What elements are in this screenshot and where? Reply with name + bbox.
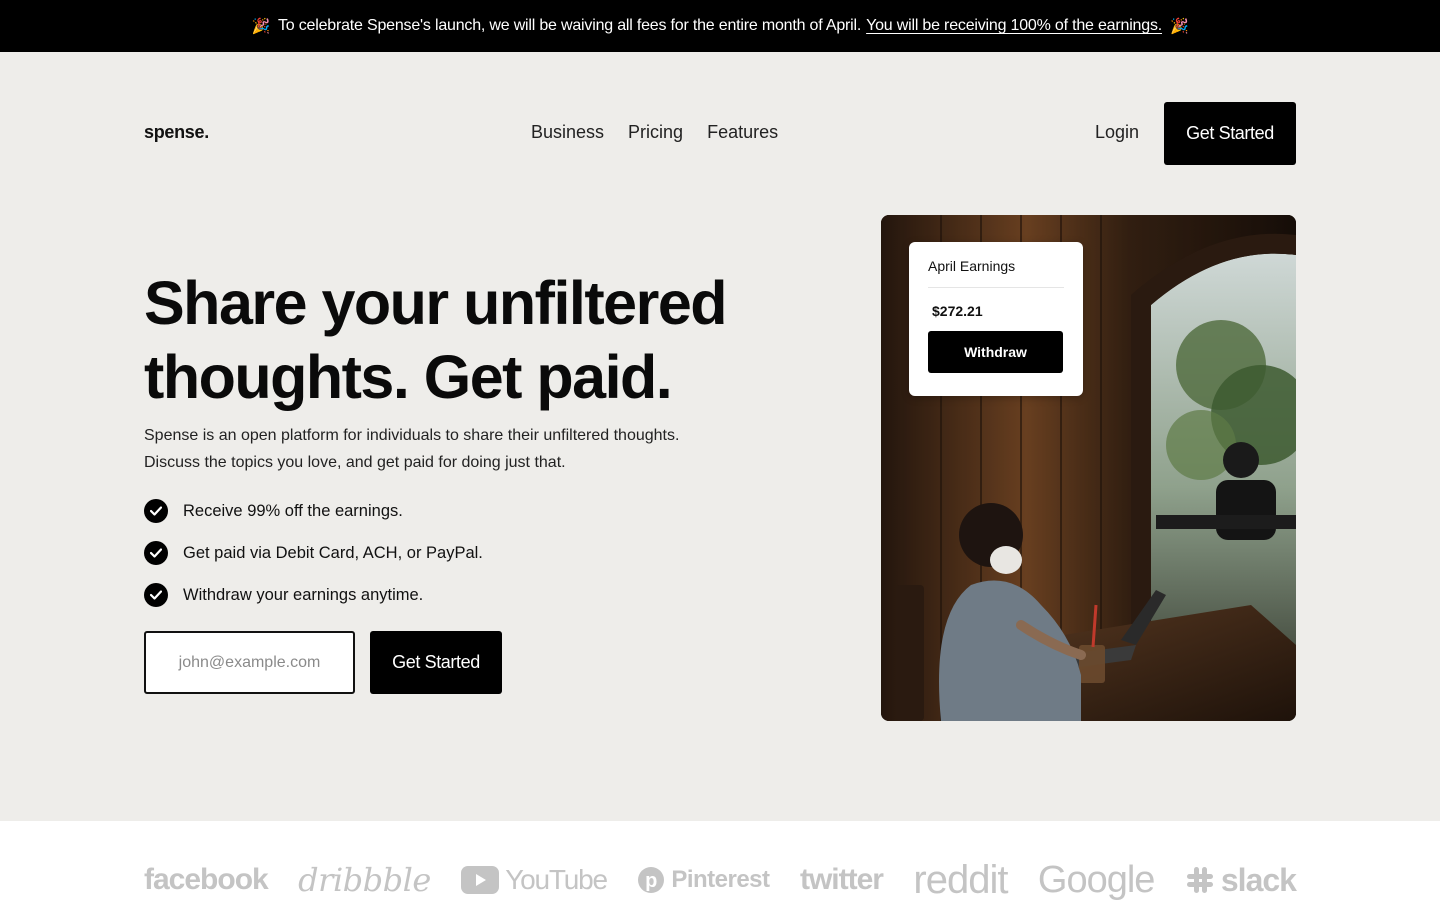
facebook-logo: facebook <box>144 863 269 896</box>
feature-item: Receive 99% off the earnings. <box>144 490 483 532</box>
svg-text:p: p <box>645 870 657 892</box>
youtube-wordmark: YouTube <box>505 864 608 895</box>
slack-hash-icon <box>1186 867 1213 893</box>
earnings-amount: $272.21 <box>932 303 983 319</box>
slack-wordmark: slack <box>1220 861 1297 898</box>
reddit-logo: reddit <box>913 857 1008 900</box>
check-circle-icon <box>144 499 168 523</box>
nav-get-started-button[interactable]: Get Started <box>1164 102 1296 165</box>
signup-form: Get Started <box>144 631 502 694</box>
party-popper-icon: 🎉 <box>251 18 271 35</box>
login-link[interactable]: Login <box>1095 122 1139 143</box>
hero-description-line2: Discuss the topics you love, and get pai… <box>144 454 566 471</box>
youtube-logo: YouTube <box>461 857 608 900</box>
hero-get-started-button[interactable]: Get Started <box>370 631 502 694</box>
feature-item: Withdraw your earnings anytime. <box>144 574 483 616</box>
brand-logo[interactable]: spense. <box>144 122 209 143</box>
top-navigation: spense. Business Pricing Features Login … <box>144 102 1296 165</box>
hero-title-line1: Share your unfiltered <box>144 269 728 337</box>
withdraw-button[interactable]: Withdraw <box>928 331 1063 373</box>
nav-links: Business Pricing Features <box>531 122 778 143</box>
party-popper-icon: 🎉 <box>1170 18 1189 35</box>
announcement-text: To celebrate Spense's launch, we will be… <box>277 17 862 34</box>
email-input[interactable] <box>144 631 355 694</box>
hero-title: Share your unfiltered thoughts. Get paid… <box>144 266 784 414</box>
brand-logos-strip: facebook dribbble YouTube p Pinterest tw… <box>0 821 1440 900</box>
nav-link-business[interactable]: Business <box>531 122 604 143</box>
youtube-play-icon <box>461 866 500 894</box>
twitter-logo: twitter <box>799 863 884 896</box>
brand-logos-row: facebook dribbble YouTube p Pinterest tw… <box>144 857 1297 900</box>
feature-text: Withdraw your earnings anytime. <box>183 585 424 604</box>
dribbble-logo: dribbble <box>298 861 431 899</box>
feature-text: Receive 99% off the earnings. <box>183 501 403 520</box>
hero-description-line1: Spense is an open platform for individua… <box>144 427 680 444</box>
pinterest-logo: p Pinterest <box>637 857 770 900</box>
hero-title-line2: thoughts. Get paid. <box>144 343 673 411</box>
feature-text: Get paid via Debit Card, ACH, or PayPal. <box>183 543 483 562</box>
earnings-card-title: April Earnings <box>928 242 1064 288</box>
slack-logo: slack <box>1185 857 1297 900</box>
hero-description: Spense is an open platform for individua… <box>144 422 744 476</box>
feature-list: Receive 99% off the earnings. Get paid v… <box>144 490 483 616</box>
google-logo: Google <box>1037 858 1156 900</box>
announcement-bar: 🎉 To celebrate Spense's launch, we will … <box>0 0 1440 52</box>
pinterest-icon: p <box>638 867 665 893</box>
pinterest-wordmark: Pinterest <box>671 866 770 893</box>
earnings-card: April Earnings $272.21 Withdraw <box>909 242 1083 396</box>
check-circle-icon <box>144 541 168 565</box>
feature-item: Get paid via Debit Card, ACH, or PayPal. <box>144 532 483 574</box>
nav-link-features[interactable]: Features <box>707 122 778 143</box>
nav-link-pricing[interactable]: Pricing <box>628 122 683 143</box>
announcement-link[interactable]: You will be receiving 100% of the earnin… <box>866 17 1162 35</box>
check-circle-icon <box>144 583 168 607</box>
